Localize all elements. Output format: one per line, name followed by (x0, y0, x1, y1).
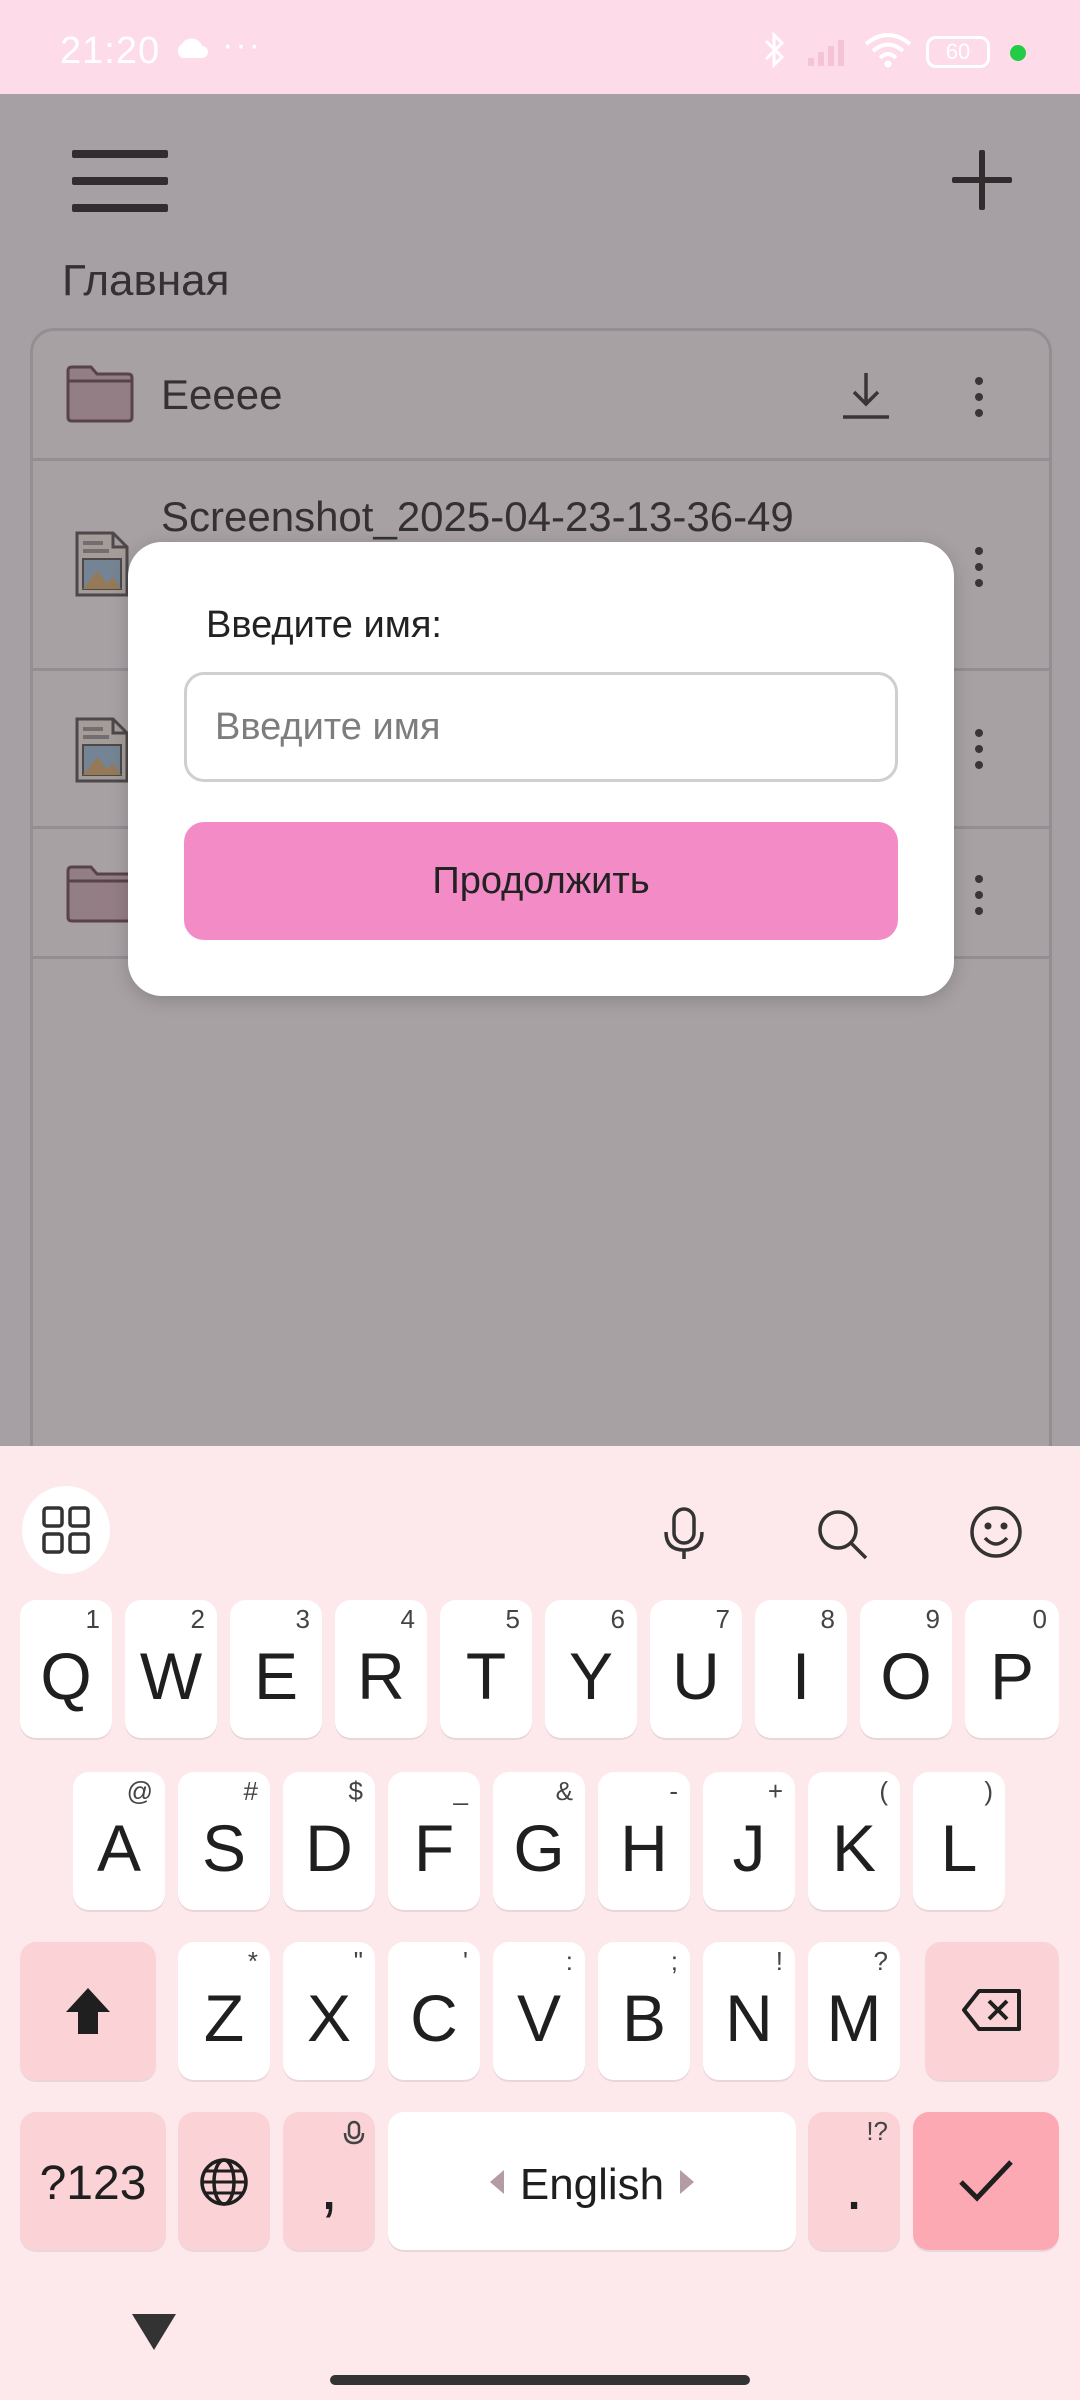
key-y[interactable]: 6Y (545, 1600, 637, 1738)
key-e[interactable]: 3E (230, 1600, 322, 1738)
key-w[interactable]: 2W (125, 1600, 217, 1738)
language-key[interactable] (178, 2112, 270, 2250)
period-key[interactable]: !? . (808, 2112, 900, 2250)
shift-key[interactable] (20, 1942, 156, 2080)
status-bar: 21:20 ··· 60 (0, 0, 1080, 94)
continue-button[interactable]: Продолжить (184, 822, 898, 940)
key-i[interactable]: 8I (755, 1600, 847, 1738)
hide-keyboard-icon[interactable] (130, 2312, 178, 2352)
key-q[interactable]: 1Q (20, 1600, 112, 1738)
name-input[interactable] (184, 672, 898, 782)
key-v[interactable]: :V (493, 1942, 585, 2080)
key-h[interactable]: -H (598, 1772, 690, 1910)
bluetooth-icon (764, 31, 785, 69)
key-z[interactable]: * Z (178, 1942, 270, 2080)
grid-icon (42, 1506, 90, 1554)
backspace-icon (962, 1989, 1021, 2031)
key-a[interactable]: @ A (73, 1772, 165, 1910)
search-icon[interactable] (814, 1506, 870, 1562)
key-x[interactable]: " X (283, 1942, 375, 2080)
key-t[interactable]: 5T (440, 1600, 532, 1738)
key-u[interactable]: 7U (650, 1600, 742, 1738)
cloud-icon (177, 38, 208, 58)
wifi-icon (864, 33, 912, 68)
key-d[interactable]: $ D (283, 1772, 375, 1910)
status-overflow: ··· (222, 26, 262, 64)
microphone-icon[interactable] (658, 1506, 710, 1562)
globe-icon (200, 2158, 248, 2206)
backspace-key[interactable] (925, 1942, 1059, 2080)
key-c[interactable]: ' C (388, 1942, 480, 2080)
apps-grid-button[interactable] (22, 1486, 110, 1574)
key-o[interactable]: 9O (860, 1600, 952, 1738)
name-dialog: Введите имя: Продолжить (128, 542, 954, 996)
home-indicator[interactable] (330, 2375, 750, 2385)
key-s[interactable]: # S (178, 1772, 270, 1910)
status-time: 21:20 (60, 30, 161, 72)
key-n[interactable]: ! N (703, 1942, 795, 2080)
battery-icon: 60 (926, 36, 990, 68)
keyboard: 1Q 2W 3E 4R 5T 6Y 7U 8I 9O 0P @ A # S $ D _… (0, 1446, 1080, 2400)
mic-hint-icon (343, 2120, 365, 2145)
key-p[interactable]: 0P (965, 1600, 1059, 1738)
dialog-label: Введите имя: (206, 604, 442, 646)
symbols-key[interactable]: ?123 (20, 2112, 166, 2250)
enter-key[interactable] (913, 2112, 1059, 2250)
privacy-indicator-dot (1010, 45, 1026, 61)
key-f[interactable]: _ F (388, 1772, 480, 1910)
checkmark-icon (959, 2160, 1013, 2202)
shift-icon (66, 1988, 110, 2034)
key-l[interactable]: ) L (913, 1772, 1005, 1910)
signal-icon (808, 40, 844, 66)
right-arrow-icon (680, 2170, 694, 2194)
comma-key[interactable]: , (283, 2112, 375, 2250)
space-key[interactable]: English (388, 2112, 796, 2250)
key-j[interactable]: + J (703, 1772, 795, 1910)
key-g[interactable]: & G (493, 1772, 585, 1910)
key-m[interactable]: ? M (808, 1942, 900, 2080)
key-k[interactable]: (K (808, 1772, 900, 1910)
key-r[interactable]: 4R (335, 1600, 427, 1738)
emoji-icon[interactable] (968, 1504, 1024, 1560)
key-b[interactable]: ; B (598, 1942, 690, 2080)
